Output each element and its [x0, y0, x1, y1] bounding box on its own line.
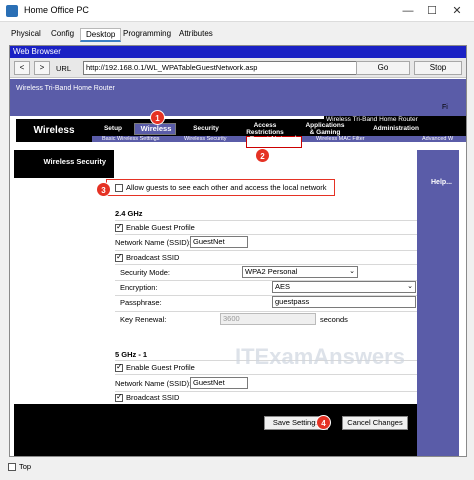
security-mode-select[interactable]: WPA2 Personal ⌄: [242, 266, 358, 278]
section-title: Wireless: [16, 119, 92, 142]
key-renewal-input[interactable]: 3600: [220, 313, 316, 325]
guest-network-content: Wireless Security Help... Allow guests t…: [10, 150, 466, 456]
tab-desktop[interactable]: Desktop: [80, 28, 122, 42]
divider: [115, 250, 417, 251]
menu-security[interactable]: Security: [176, 123, 236, 136]
go-button[interactable]: Go: [356, 61, 410, 75]
divider: [115, 220, 417, 221]
key-renewal-unit: seconds: [320, 315, 348, 324]
key-renewal-label: Key Renewal:: [120, 315, 167, 324]
ssid-5-label: Network Name (SSID):: [115, 379, 192, 388]
broadcast-24-checkbox[interactable]: [115, 252, 123, 262]
banner-fi-text: Fi: [442, 104, 448, 111]
tab-physical[interactable]: Physical: [6, 28, 46, 42]
submenu-basic-wireless[interactable]: Basic Wireless Settings: [102, 136, 159, 142]
tab-programming[interactable]: Programming: [118, 28, 176, 42]
top-label: Top: [19, 462, 32, 471]
submenu-strip: Basic Wireless Settings Wireless Securit…: [92, 135, 466, 148]
url-label: URL: [56, 64, 72, 73]
router-brand: Wireless Tri-Band Home Router: [16, 85, 115, 92]
security-mode-label: Security Mode:: [120, 268, 171, 277]
annotation-badge: 3: [96, 182, 111, 197]
annotation-badge: 4: [316, 415, 331, 430]
divider: [115, 234, 417, 235]
enable-guest-5-checkbox[interactable]: [115, 362, 123, 372]
browser-nav-bar: < > URL http://192.168.0.1/WL_WPATableGu…: [10, 58, 466, 78]
forward-button[interactable]: >: [34, 61, 50, 75]
router-page: Wireless Tri-Band Home Router Fi Wireles…: [10, 79, 466, 456]
divider: [115, 391, 417, 392]
passphrase-label: Passphrase:: [120, 298, 162, 307]
security-mode-value: WPA2 Personal: [245, 267, 298, 276]
broadcast-5-checkbox[interactable]: [115, 392, 123, 402]
submenu-mac-filter[interactable]: Wireless MAC Filter: [316, 136, 365, 142]
submenu-wireless-security[interactable]: Wireless Security: [184, 136, 226, 142]
ssid-5-input[interactable]: GuestNet: [190, 377, 248, 389]
help-link[interactable]: Help...: [431, 179, 452, 186]
encryption-value: AES: [275, 282, 291, 291]
broadcast-24-label: Broadcast SSID: [126, 253, 180, 262]
close-button[interactable]: ✕: [449, 3, 465, 19]
minimize-button[interactable]: —: [400, 3, 416, 19]
annotation-badge: 1: [150, 110, 165, 125]
enable-guest-5-label: Enable Guest Profile: [126, 363, 195, 372]
passphrase-input[interactable]: guestpass: [272, 296, 416, 308]
menu-administration[interactable]: Administration: [356, 123, 436, 136]
watermark-logo: ITExamAnswers: [235, 344, 405, 369]
maximize-button[interactable]: ☐: [424, 3, 440, 19]
band-24-title: 2.4 GHz: [115, 209, 143, 218]
broadcast-5-label: Broadcast SSID: [126, 393, 180, 402]
chevron-down-icon: ⌄: [407, 283, 413, 290]
stop-button[interactable]: Stop: [414, 61, 462, 75]
band-5-title: 5 GHz - 1: [115, 350, 148, 359]
web-browser-header: Web Browser: [10, 46, 466, 58]
menu-setup[interactable]: Setup: [92, 123, 134, 136]
allow-guests-checkbox[interactable]: [115, 183, 123, 192]
submenu-advanced[interactable]: Advanced W: [422, 136, 453, 142]
submenu-guest-network[interactable]: Guest Network: [246, 135, 302, 148]
app-icon: [6, 5, 18, 17]
menu-applications-gaming[interactable]: Applications & Gaming: [294, 122, 356, 136]
enable-guest-24-checkbox[interactable]: [115, 222, 123, 232]
help-column: Help...: [417, 150, 459, 456]
divider: [115, 311, 417, 312]
router-menu: Wireless Wireless Tri-Band Home Router S…: [10, 116, 466, 150]
window-title: Home Office PC: [24, 5, 89, 15]
allow-guests-row[interactable]: Allow guests to see each other and acces…: [115, 183, 327, 192]
router-banner: Wireless Tri-Band Home Router Fi: [10, 79, 466, 116]
enable-guest-5-row[interactable]: Enable Guest Profile: [115, 362, 195, 372]
top-row[interactable]: Top: [8, 462, 31, 471]
broadcast-5-row[interactable]: Broadcast SSID: [115, 392, 180, 402]
chevron-down-icon: ⌄: [349, 268, 355, 275]
annotation-badge: 2: [255, 148, 270, 163]
back-button[interactable]: <: [14, 61, 30, 75]
left-section-title: Wireless Security: [43, 157, 106, 166]
tab-attributes[interactable]: Attributes: [174, 28, 218, 42]
url-input[interactable]: http://192.168.0.1/WL_WPATableGuestNetwo…: [83, 61, 366, 75]
allow-guests-label: Allow guests to see each other and acces…: [126, 183, 327, 192]
cancel-changes-button[interactable]: Cancel Changes: [342, 416, 408, 430]
encryption-select[interactable]: AES ⌄: [272, 281, 416, 293]
enable-guest-24-label: Enable Guest Profile: [126, 223, 195, 232]
divider: [115, 264, 417, 265]
encryption-label: Encryption:: [120, 283, 158, 292]
divider: [115, 374, 417, 375]
broadcast-24-row[interactable]: Broadcast SSID: [115, 252, 180, 262]
top-checkbox[interactable]: [8, 462, 16, 471]
tab-config[interactable]: Config: [46, 28, 79, 42]
ssid-24-label: Network Name (SSID):: [115, 238, 192, 247]
ssid-24-input[interactable]: GuestNet: [190, 236, 248, 248]
action-bar: Save Settings Cancel Changes: [114, 404, 417, 456]
enable-guest-24-row[interactable]: Enable Guest Profile: [115, 222, 195, 232]
window-title-bar: Home Office PC — ☐ ✕: [0, 0, 474, 22]
